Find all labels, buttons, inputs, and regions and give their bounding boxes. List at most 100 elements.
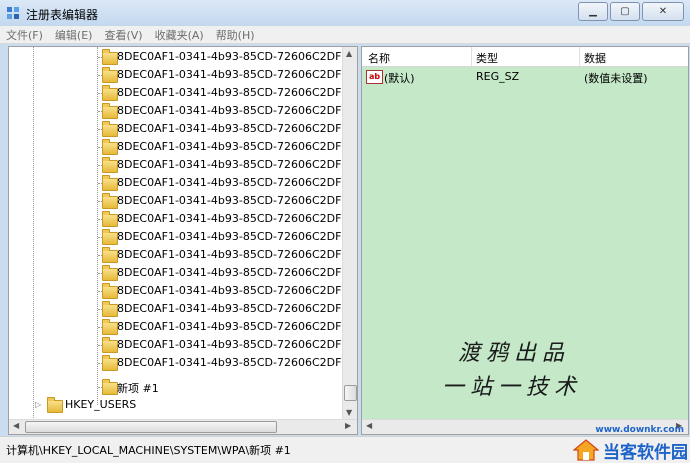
folder-icon [102,193,118,209]
folder-icon [102,103,118,119]
column-type-header[interactable]: 类型 [476,50,498,66]
tree-item-label: 8DEC0AF1-0341-4b93-85CD-72606C2DF94C [117,230,343,243]
close-icon: ✕ [658,6,668,17]
tree-hscroll-thumb[interactable] [25,421,277,433]
tree-item[interactable]: 8DEC0AF1-0341-4b93-85CD-72606C2DF94C [9,102,343,120]
string-value-icon: ab [366,70,383,84]
scroll-up-icon[interactable]: ▲ [346,49,352,58]
folder-icon [102,283,118,299]
folder-icon [102,175,118,191]
menu-file[interactable]: 文件(F) [0,27,49,43]
folder-icon [102,67,118,83]
folder-icon [102,337,118,353]
status-bar: 计算机\HKEY_LOCAL_MACHINE\SYSTEM\WPA\新项 #1 … [0,425,690,463]
scroll-down-icon[interactable]: ▼ [346,408,352,417]
tree-item-label: 8DEC0AF1-0341-4b93-85CD-72606C2DF94C [117,68,343,81]
maximize-button[interactable]: ▢ [610,2,640,21]
logo-house-icon [573,439,599,461]
tree-item[interactable]: 8DEC0AF1-0341-4b93-85CD-72606C2DF94C [9,228,343,246]
folder-icon [102,355,118,371]
value-name: (默认) [384,72,415,85]
tree-rows: 8DEC0AF1-0341-4b93-85CD-72606C2DF94C 8DEC… [9,47,343,420]
tree-horizontal-scrollbar[interactable]: ◀ ▶ [9,419,357,434]
tree-vertical-scrollbar[interactable]: ▲ ▼ [342,47,357,420]
tree-item[interactable]: 8DEC0AF1-0341-4b93-85CD-72606C2DF94C [9,354,343,372]
tree-item-label: 8DEC0AF1-0341-4b93-85CD-72606C2DF94C [117,122,343,135]
tree-item[interactable]: 8DEC0AF1-0341-4b93-85CD-72606C2DF94C [9,48,343,66]
folder-icon [102,49,118,65]
tree-item[interactable]: 8DEC0AF1-0341-4b93-85CD-72606C2DF94C [9,318,343,336]
tree-item-label: 8DEC0AF1-0341-4b93-85CD-72606C2DF94C [117,50,343,63]
tree-item[interactable]: 8DEC0AF1-0341-4b93-85CD-72606C2DF94C [9,138,343,156]
tree-item-label: 新项 #1 [117,382,159,395]
tree-item[interactable]: 8DEC0AF1-0341-4b93-85CD-72606C2DF94C [9,336,343,354]
tree-item[interactable]: 8DEC0AF1-0341-4b93-85CD-72606C2DF94C [9,66,343,84]
column-divider[interactable] [471,47,472,66]
tree-item[interactable]: 8DEC0AF1-0341-4b93-85CD-72606C2DF94C [9,84,343,102]
menu-help[interactable]: 帮助(H) [210,27,261,43]
scroll-right-icon[interactable]: ▶ [345,421,351,430]
scroll-left-icon[interactable]: ◀ [366,421,372,430]
expand-arrow-icon[interactable]: ▷ [35,400,41,409]
tree-item-label: 8DEC0AF1-0341-4b93-85CD-72606C2DF94C [117,338,343,351]
tree-item-label: HKEY_USERS [65,398,137,411]
status-path: 计算机\HKEY_LOCAL_MACHINE\SYSTEM\WPA\新项 #1 [6,444,291,457]
registry-tree-pane[interactable]: 8DEC0AF1-0341-4b93-85CD-72606C2DF94C 8DEC… [8,46,358,435]
folder-icon [102,247,118,263]
value-row[interactable]: ab (默认) REG_SZ (数值未设置) [362,68,688,86]
menu-favorites[interactable]: 收藏夹(A) [149,27,210,43]
tree-item[interactable]: 8DEC0AF1-0341-4b93-85CD-72606C2DF94C [9,246,343,264]
folder-icon [102,301,118,317]
folder-icon [102,319,118,335]
tree-item-label: 8DEC0AF1-0341-4b93-85CD-72606C2DF94C [117,212,343,225]
tree-item[interactable]: 8DEC0AF1-0341-4b93-85CD-72606C2DF94C [9,174,343,192]
tree-item[interactable]: 8DEC0AF1-0341-4b93-85CD-72606C2DF94C [9,210,343,228]
tree-item[interactable]: 8DEC0AF1-0341-4b93-85CD-72606C2DF94C [9,282,343,300]
title-bar: 注册表编辑器 ▁ ▢ ✕ [0,0,690,26]
tree-item-label: 8DEC0AF1-0341-4b93-85CD-72606C2DF94C [117,248,343,261]
tree-item-label: 8DEC0AF1-0341-4b93-85CD-72606C2DF94C [117,176,343,189]
folder-icon [102,229,118,245]
column-data-header[interactable]: 数据 [584,50,606,66]
scroll-left-icon[interactable]: ◀ [13,421,19,430]
tree-item-new-key[interactable]: 新项 #1 [9,378,343,396]
values-header: 名称 类型 数据 [362,47,688,67]
menu-edit[interactable]: 编辑(E) [49,27,99,43]
folder-icon [102,139,118,155]
tree-item[interactable]: 8DEC0AF1-0341-4b93-85CD-72606C2DF94C [9,156,343,174]
tree-item-label: 8DEC0AF1-0341-4b93-85CD-72606C2DF94C [117,284,343,297]
folder-icon [102,379,118,395]
folder-icon [47,397,63,413]
registry-values-pane[interactable]: 名称 类型 数据 ab (默认) REG_SZ (数值未设置) 渡鸦出品 一站一… [361,46,689,435]
value-type: REG_SZ [476,70,520,83]
folder-icon [102,265,118,281]
tree-item-label: 8DEC0AF1-0341-4b93-85CD-72606C2DF94C [117,194,343,207]
tree-scroll-thumb[interactable] [344,385,357,401]
tree-item-label: 8DEC0AF1-0341-4b93-85CD-72606C2DF94C [117,86,343,99]
column-divider[interactable] [579,47,580,66]
menu-bar: 文件(F) 编辑(E) 查看(V) 收藏夹(A) 帮助(H) [0,26,690,44]
tree-item-label: 8DEC0AF1-0341-4b93-85CD-72606C2DF94C [117,302,343,315]
minimize-button[interactable]: ▁ [578,2,608,21]
tree-item-label: 8DEC0AF1-0341-4b93-85CD-72606C2DF94C [117,140,343,153]
tree-item[interactable]: 8DEC0AF1-0341-4b93-85CD-72606C2DF94C [9,300,343,318]
tree-item[interactable]: 8DEC0AF1-0341-4b93-85CD-72606C2DF94C [9,120,343,138]
tree-item-label: 8DEC0AF1-0341-4b93-85CD-72606C2DF94C [117,158,343,171]
folder-icon [102,85,118,101]
close-button[interactable]: ✕ [642,2,684,21]
tree-item[interactable]: 8DEC0AF1-0341-4b93-85CD-72606C2DF94C [9,192,343,210]
logo-url: www.downkr.com [595,425,684,435]
minimize-icon: ▁ [589,6,597,17]
watermark-line2: 一站一技术 [442,375,583,400]
tree-item-hkey-users[interactable]: ▷ HKEY_USERS [9,396,343,414]
tree-item-label: 8DEC0AF1-0341-4b93-85CD-72606C2DF94C [117,320,343,333]
logo-name: 当客软件园 [603,442,688,463]
tree-item[interactable]: 8DEC0AF1-0341-4b93-85CD-72606C2DF94C [9,264,343,282]
regedit-app-icon [7,7,19,19]
tree-item-label: 8DEC0AF1-0341-4b93-85CD-72606C2DF94C [117,356,343,369]
window-title: 注册表编辑器 [26,8,99,22]
watermark-line1: 渡鸦出品 [458,341,571,366]
folder-icon [102,211,118,227]
menu-view[interactable]: 查看(V) [98,27,148,43]
column-name-header[interactable]: 名称 [368,50,390,66]
